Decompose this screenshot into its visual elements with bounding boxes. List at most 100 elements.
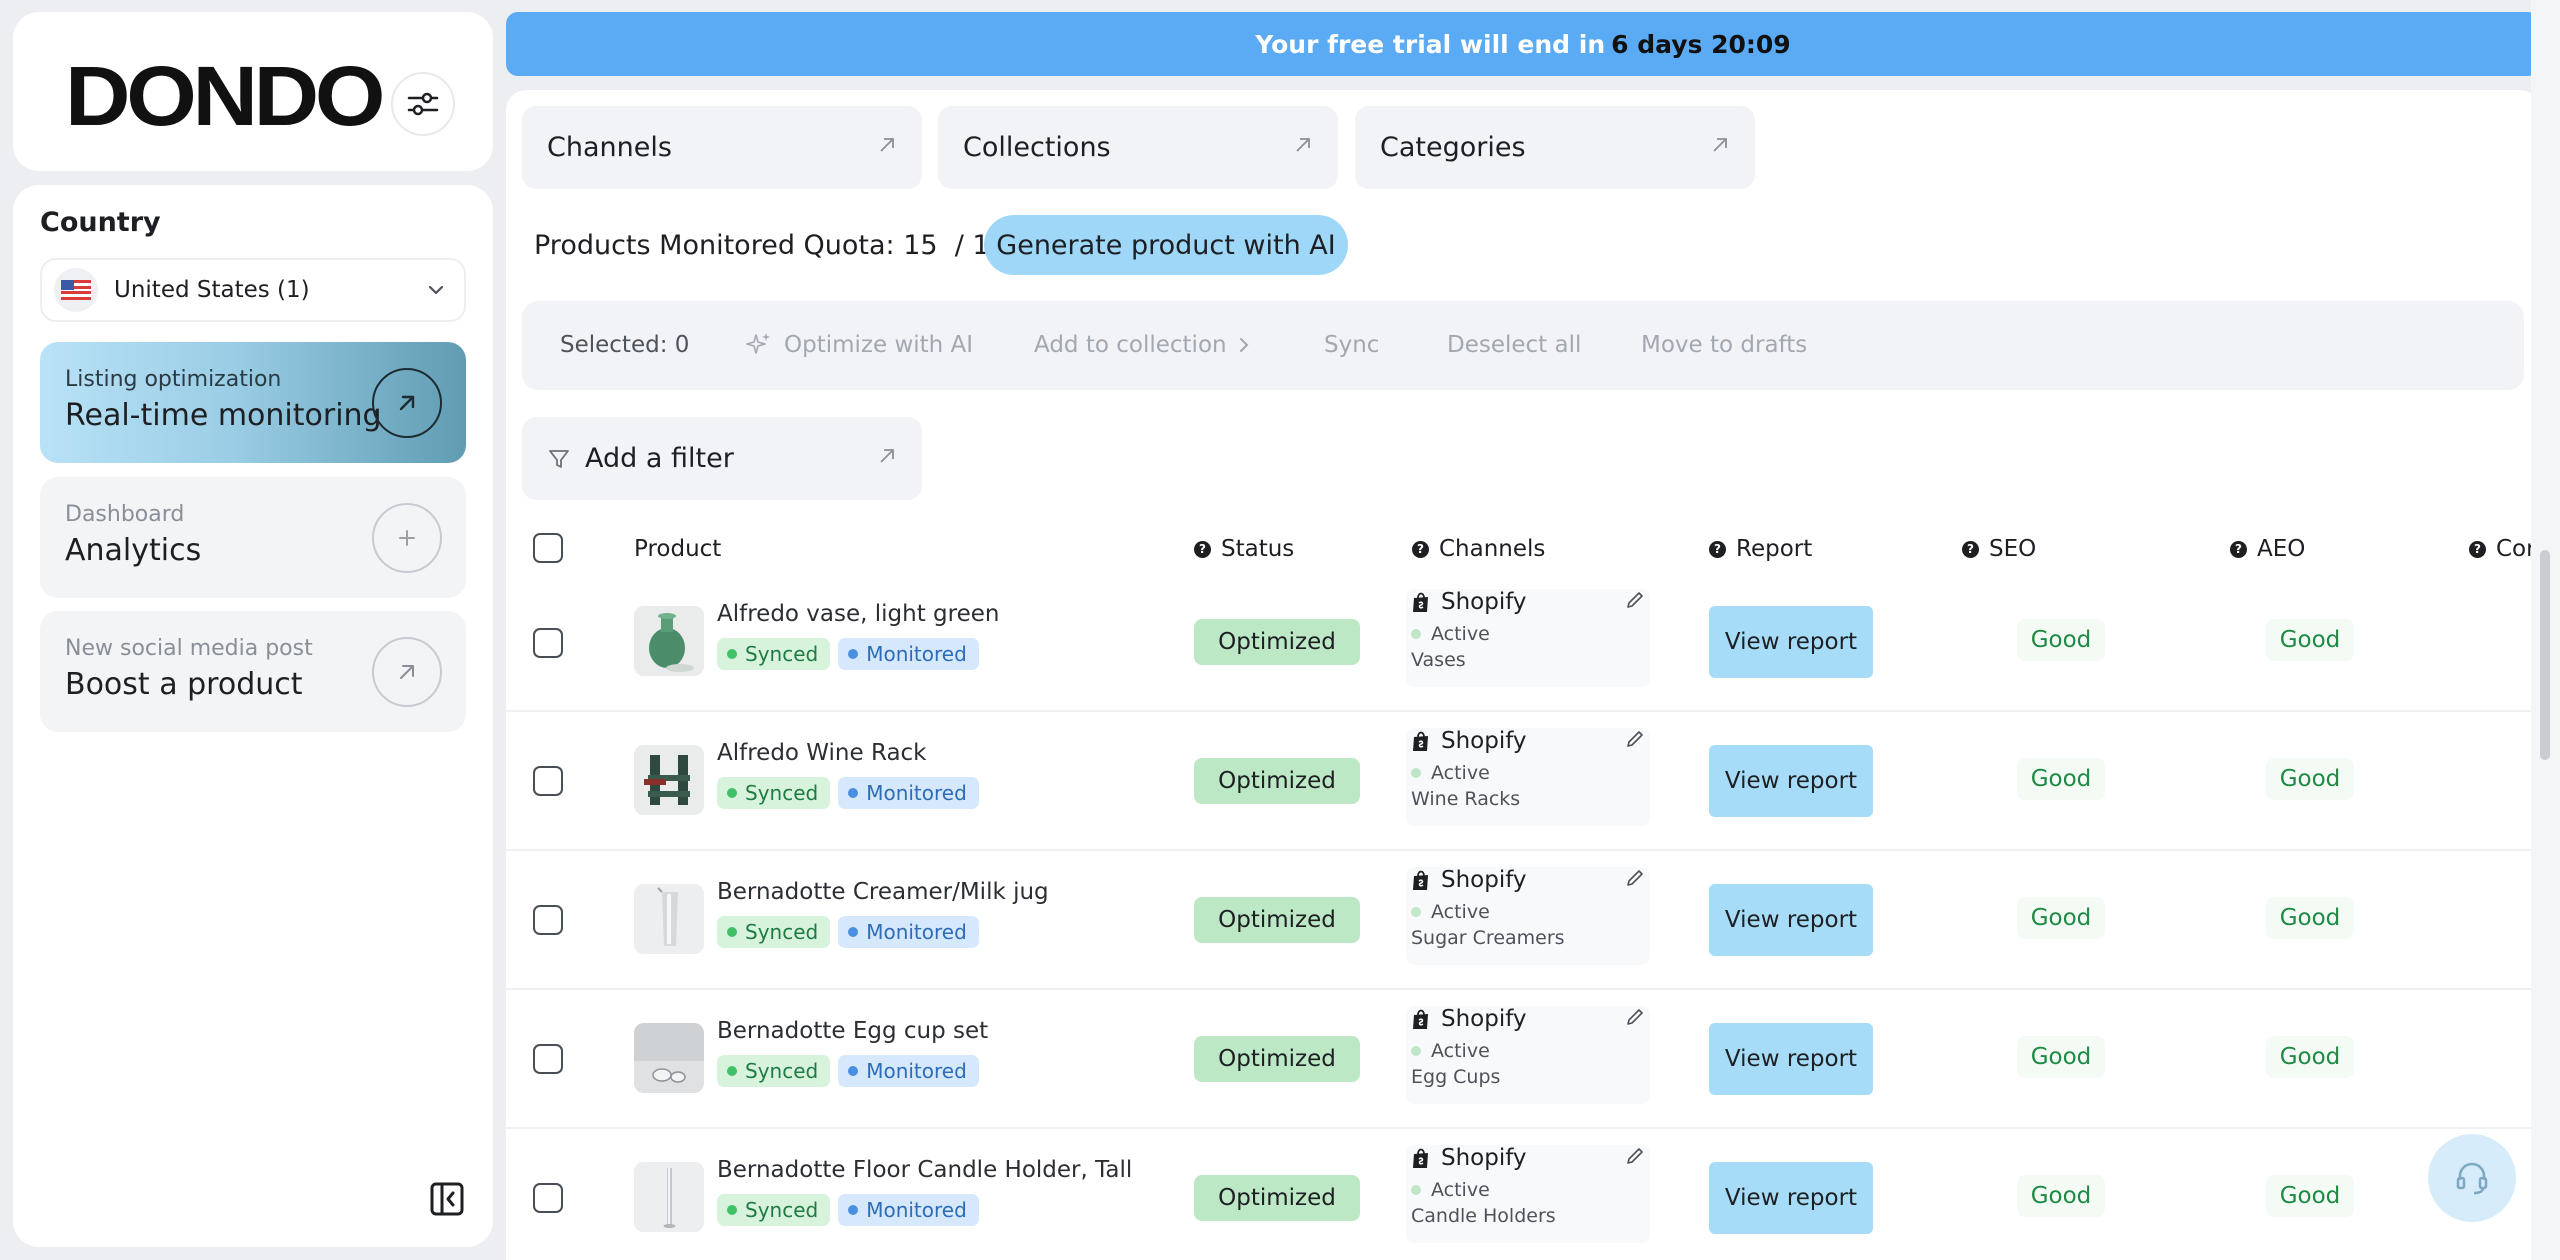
table-row[interactable]: Bernadotte Floor Candle Holder, Tall Syn… [506, 1129, 2540, 1260]
product-name[interactable]: Alfredo Wine Rack [717, 740, 927, 766]
monitored-badge-label: Monitored [866, 1059, 967, 1083]
column-header-label: SEO [1989, 536, 2037, 562]
synced-badge: Synced [717, 916, 831, 948]
monitored-badge: Monitored [838, 777, 979, 809]
table-row[interactable]: Bernadotte Egg cup set Synced Monitored … [506, 990, 2540, 1129]
nav-card-action[interactable] [372, 637, 442, 707]
add-to-collection-action[interactable]: Add to collection [1034, 332, 1227, 358]
funnel-icon [549, 449, 569, 468]
channels-link[interactable]: Channels [522, 106, 922, 189]
synced-badge-label: Synced [745, 920, 819, 944]
status-badge: Optimized [1194, 619, 1360, 665]
plus-icon [399, 530, 415, 546]
column-header-report[interactable]: ? Report [1709, 536, 1812, 562]
country-label: Country [40, 207, 161, 238]
row-checkbox[interactable] [533, 766, 563, 796]
optimize-ai-action[interactable]: Optimize with AI [784, 332, 973, 358]
pencil-icon[interactable] [1624, 867, 1646, 889]
arrow-up-right-icon [1713, 138, 1727, 152]
row-checkbox[interactable] [533, 628, 563, 658]
pencil-icon[interactable] [1624, 1145, 1646, 1167]
column-header-status[interactable]: ? Status [1194, 536, 1294, 562]
product-name[interactable]: Bernadotte Floor Candle Holder, Tall [717, 1157, 1132, 1183]
table-row[interactable]: Alfredo Wine Rack Synced Monitored Optim… [506, 712, 2540, 851]
sidebar: Country United States (1) Listing optimi… [13, 185, 493, 1247]
scrollbar-thumb[interactable] [2540, 550, 2550, 760]
deselect-all-action[interactable]: Deselect all [1447, 332, 1581, 358]
row-checkbox[interactable] [533, 1183, 563, 1213]
arrow-up-right-icon [399, 395, 415, 411]
column-header-label: Cor [2496, 536, 2536, 562]
help-icon: ? [1194, 540, 1211, 558]
pencil-icon[interactable] [1624, 1006, 1646, 1028]
country-select[interactable]: United States (1) [40, 258, 466, 322]
channel-category: Wine Racks [1411, 788, 1521, 810]
channel-name: Shopify [1441, 1145, 1527, 1171]
shopify-icon [1413, 592, 1428, 612]
view-report-button[interactable]: View report [1709, 1162, 1873, 1234]
arrow-up-right-icon [1296, 138, 1310, 152]
seo-badge: Good [2017, 758, 2105, 800]
column-header-channels[interactable]: ? Channels [1412, 536, 1545, 562]
channel-status: Active [1431, 1179, 1490, 1201]
product-name[interactable]: Bernadotte Egg cup set [717, 1018, 988, 1044]
view-report-button[interactable]: View report [1709, 1023, 1873, 1095]
channel-cell: Shopify Active Candle Holders [1406, 1145, 1650, 1243]
seo-badge: Good [2017, 1175, 2105, 1217]
status-badge: Optimized [1194, 1036, 1360, 1082]
table-row[interactable]: Alfredo vase, light green Synced Monitor… [506, 573, 2540, 712]
product-name[interactable]: Alfredo vase, light green [717, 601, 999, 627]
synced-badge-label: Synced [745, 1059, 819, 1083]
arrow-up-right-icon [400, 665, 414, 679]
column-header-product[interactable]: Product [634, 536, 721, 562]
status-badge: Optimized [1194, 897, 1360, 943]
row-checkbox[interactable] [533, 1044, 563, 1074]
help-icon: ? [1412, 540, 1429, 558]
arrow-up-right-icon [880, 138, 894, 152]
view-report-button[interactable]: View report [1709, 884, 1873, 956]
help-icon: ? [2230, 540, 2247, 558]
selected-count: Selected: 0 [560, 332, 690, 358]
product-thumbnail [634, 606, 704, 676]
channel-cell: Shopify Active Vases [1406, 589, 1650, 687]
nav-real-time-monitoring[interactable]: Listing optimization Real-time monitorin… [40, 342, 466, 463]
pencil-icon[interactable] [1624, 589, 1646, 611]
monitored-badge-label: Monitored [866, 1198, 967, 1222]
chevron-down-icon [428, 285, 444, 295]
generate-product-ai-button[interactable]: Generate product with AI [984, 215, 1348, 275]
column-header-seo[interactable]: ? SEO [1962, 536, 2036, 562]
pencil-icon[interactable] [1624, 728, 1646, 750]
aeo-badge: Good [2266, 619, 2354, 661]
column-header-aeo[interactable]: ? AEO [2230, 536, 2305, 562]
us-flag-icon [54, 268, 98, 312]
collapse-sidebar-icon[interactable] [429, 1181, 465, 1217]
collections-link[interactable]: Collections [938, 106, 1338, 189]
add-filter-button[interactable]: Add a filter [522, 417, 922, 500]
synced-badge-label: Synced [745, 642, 819, 666]
aeo-badge: Good [2266, 1036, 2354, 1078]
table-row[interactable]: Bernadotte Creamer/Milk jug Synced Monit… [506, 851, 2540, 990]
product-name[interactable]: Bernadotte Creamer/Milk jug [717, 879, 1049, 905]
channel-category: Egg Cups [1411, 1066, 1501, 1088]
column-header-label: Report [1736, 536, 1813, 562]
nav-boost-product[interactable]: New social media post Boost a product [40, 611, 466, 732]
select-all-checkbox[interactable] [533, 533, 563, 563]
view-report-button[interactable]: View report [1709, 606, 1873, 678]
sync-action[interactable]: Sync [1324, 332, 1379, 358]
nav-analytics[interactable]: Dashboard Analytics [40, 477, 466, 598]
aeo-badge: Good [2266, 1175, 2354, 1217]
filter-settings-button[interactable] [391, 72, 455, 136]
product-thumbnail [634, 1162, 704, 1232]
move-to-drafts-action[interactable]: Move to drafts [1641, 332, 1807, 358]
dondo-logo[interactable]: DONDO [65, 54, 385, 138]
nav-card-action[interactable] [372, 368, 442, 438]
view-report-button[interactable]: View report [1709, 745, 1873, 817]
column-header-cor[interactable]: ? Cor [2469, 536, 2536, 562]
support-chat-button[interactable] [2428, 1134, 2516, 1222]
seo-badge: Good [2017, 1036, 2105, 1078]
categories-link[interactable]: Categories [1355, 106, 1755, 189]
row-checkbox[interactable] [533, 905, 563, 935]
help-icon: ? [1709, 540, 1726, 558]
channel-name: Shopify [1441, 589, 1527, 615]
nav-card-action[interactable] [372, 503, 442, 573]
